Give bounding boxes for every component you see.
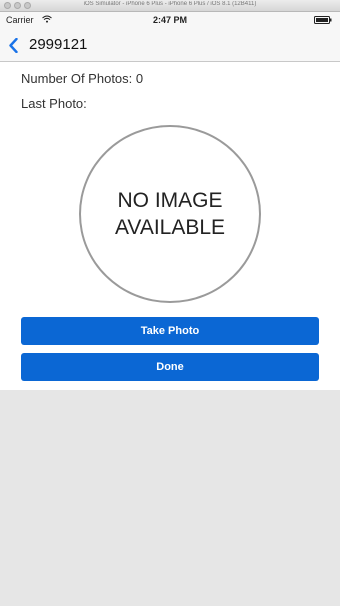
no-image-text-line2: AVAILABLE — [114, 216, 226, 239]
navigation-bar: 2999121 — [0, 28, 340, 62]
chevron-left-icon — [9, 38, 18, 53]
back-button[interactable] — [4, 31, 30, 59]
take-photo-button[interactable]: Take Photo — [21, 317, 319, 345]
status-time: 2:47 PM — [152, 15, 187, 25]
simulator-window-title: iOS Simulator - iPhone 6 Plus - iPhone 6… — [83, 1, 257, 7]
photo-panel: Number Of Photos: 0 Last Photo: NO IMAGE… — [0, 62, 340, 390]
close-window-icon[interactable] — [4, 2, 11, 9]
done-button[interactable]: Done — [21, 353, 319, 381]
battery-icon — [314, 16, 332, 24]
last-photo-label: Last Photo: — [21, 96, 87, 111]
no-image-placeholder: NO IMAGE AVAILABLE — [79, 125, 261, 303]
zoom-window-icon[interactable] — [24, 2, 31, 9]
minimize-window-icon[interactable] — [14, 2, 21, 9]
photos-count-label: Number Of Photos: 0 — [21, 71, 144, 86]
simulator-title-bar: iOS Simulator - iPhone 6 Plus - iPhone 6… — [0, 0, 340, 12]
no-image-text-line1: NO IMAGE — [117, 189, 223, 212]
page-title: 2999121 — [29, 36, 88, 53]
status-bar: Carrier 2:47 PM — [0, 12, 340, 28]
